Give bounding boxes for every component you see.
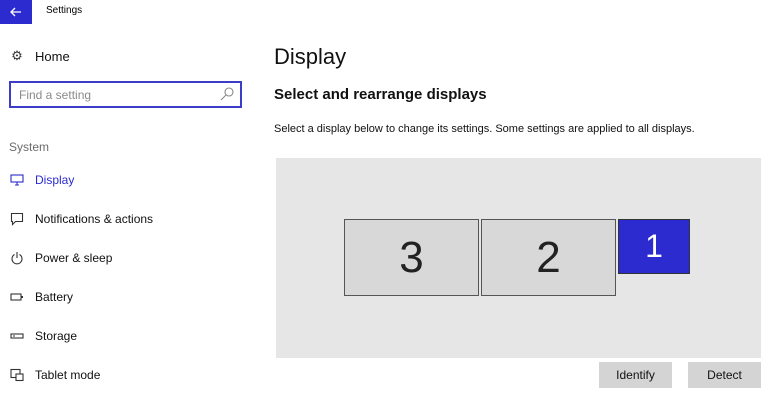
power-icon <box>9 250 25 266</box>
page-title: Display <box>274 44 347 69</box>
sidebar-item-notifications[interactable]: Notifications & actions <box>0 205 255 233</box>
sidebar-item-storage[interactable]: Storage <box>0 322 255 350</box>
sidebar-item-label: Tablet mode <box>35 368 101 382</box>
gear-icon: ⚙ <box>11 48 23 63</box>
display-number: 1 <box>645 228 663 264</box>
back-button[interactable] <box>0 0 32 24</box>
sidebar-item-label: Power & sleep <box>35 251 113 265</box>
home-label: Home <box>35 48 70 64</box>
search-box[interactable] <box>9 81 242 108</box>
section-label-system: System <box>9 140 50 154</box>
storage-icon <box>9 328 25 344</box>
detect-button[interactable]: Detect <box>688 362 761 388</box>
home-link[interactable]: ⚙ Home <box>9 48 70 64</box>
display-2[interactable]: 2 <box>481 219 616 296</box>
battery-icon <box>9 289 25 305</box>
search-input[interactable] <box>19 86 209 104</box>
sidebar-item-tablet-mode[interactable]: Tablet mode <box>0 361 255 389</box>
display-arrangement-area[interactable]: 3 2 1 <box>276 158 761 358</box>
display-1[interactable]: 1 <box>618 219 690 274</box>
sidebar-item-power-sleep[interactable]: Power & sleep <box>0 244 255 272</box>
display-number: 3 <box>399 232 424 282</box>
identify-button[interactable]: Identify <box>599 362 672 388</box>
main-content: Display Select and rearrange displays Se… <box>255 24 778 399</box>
display-3[interactable]: 3 <box>344 219 479 296</box>
sidebar-item-label: Battery <box>35 290 74 304</box>
sidebar-item-display[interactable]: Display <box>0 166 255 194</box>
section-description: Select a display below to change its set… <box>274 123 695 135</box>
tablet-mode-icon <box>9 367 25 383</box>
sidebar: ⚙ Home System Display Notifications & ac… <box>0 24 255 399</box>
sidebar-item-label: Display <box>35 173 75 187</box>
arrow-left-icon <box>10 7 21 17</box>
sidebar-item-label: Notifications & actions <box>35 212 154 226</box>
display-number: 2 <box>536 232 561 282</box>
sidebar-item-label: Storage <box>35 329 78 343</box>
section-title: Select and rearrange displays <box>274 86 487 103</box>
title-bar: Settings <box>0 0 778 24</box>
monitor-icon <box>9 172 25 188</box>
sidebar-item-battery[interactable]: Battery <box>0 283 255 311</box>
search-icon[interactable] <box>219 86 235 102</box>
window-title: Settings <box>46 5 83 16</box>
notification-icon <box>9 211 25 227</box>
